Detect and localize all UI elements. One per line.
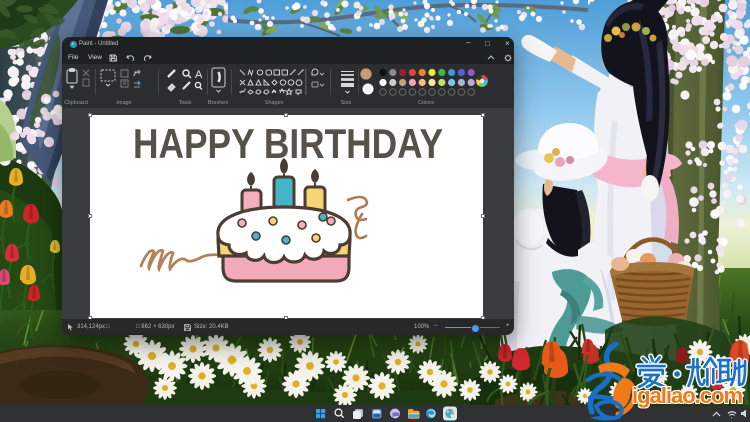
svg-text:Image: Image [116,100,131,106]
svg-text:HAPPY BIRTHDAY: HAPPY BIRTHDAY [133,120,443,167]
svg-text:Tools: Tools [179,100,192,106]
svg-text:Colors: Colors [418,100,434,106]
svg-text:Clipboard: Clipboard [64,100,88,106]
svg-text:A: A [195,69,203,81]
svg-text:Brushes: Brushes [208,100,228,106]
svg-text:Shapes: Shapes [265,100,284,106]
svg-text:Size: Size [341,100,352,106]
